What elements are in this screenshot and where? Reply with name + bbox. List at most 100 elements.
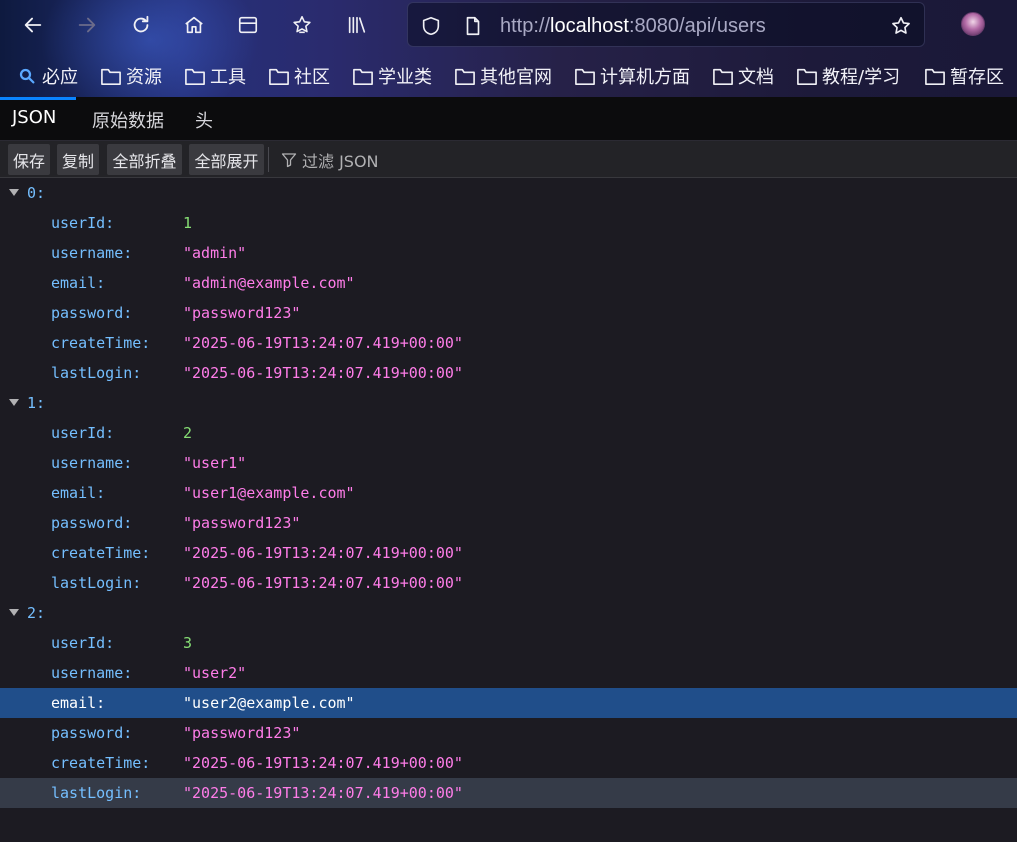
json-key: userId: <box>51 634 115 652</box>
forward-button[interactable] <box>70 8 104 42</box>
page-icon <box>466 16 480 36</box>
tree-row[interactable]: password: "password123" <box>0 508 1017 538</box>
library-button[interactable] <box>340 8 374 42</box>
tree-row[interactable]: userId: 3 <box>0 628 1017 658</box>
tracking-protection-button[interactable] <box>418 13 444 39</box>
expand-toggle-icon[interactable] <box>9 189 19 196</box>
copy-button[interactable]: 复制 <box>57 144 99 175</box>
bookmark-label: 社区 <box>294 67 330 88</box>
search-icon <box>19 68 35 84</box>
bookmarks-star-button[interactable] <box>285 8 319 42</box>
tree-row[interactable]: userId: 2 <box>0 418 1017 448</box>
json-key: userId: <box>51 424 115 442</box>
tree-row[interactable]: lastLogin: "2025-06-19T13:24:07.419+00:00… <box>0 568 1017 598</box>
tree-row[interactable]: lastLogin: "2025-06-19T13:24:07.419+00:00… <box>0 358 1017 388</box>
json-value: "user1" <box>183 454 247 472</box>
json-key: lastLogin: <box>51 364 142 382</box>
tree-row[interactable]: email: "admin@example.com" <box>0 268 1017 298</box>
url-text[interactable]: http://localhost:8080/api/users <box>500 14 766 38</box>
collapse-all-button[interactable]: 全部折叠 <box>107 144 182 175</box>
bookmark-folder[interactable]: 教程/学习 <box>796 62 900 90</box>
json-key: email: <box>51 274 106 292</box>
tab-json[interactable]: JSON <box>12 107 56 128</box>
tab-raw-data[interactable]: 原始数据 <box>92 107 164 133</box>
tree-row-selected[interactable]: email: "user2@example.com" <box>0 688 1017 718</box>
bookmark-label: 教程/学习 <box>822 67 901 88</box>
bookmarks-toolbar: 必应 资源 工具 社区 学业类 其他官网 计算机方面 文档 教程/学习 暂存区 <box>0 58 1017 94</box>
json-value: "2025-06-19T13:24:07.419+00:00" <box>183 784 463 802</box>
json-key: lastLogin: <box>51 574 142 592</box>
tree-row[interactable]: createTime: "2025-06-19T13:24:07.419+00:0… <box>0 328 1017 358</box>
json-value: "2025-06-19T13:24:07.419+00:00" <box>183 574 463 592</box>
bookmark-page-button[interactable] <box>888 13 914 39</box>
tree-object-row[interactable]: 0: <box>0 178 1017 208</box>
tree-object-row[interactable]: 1: <box>0 388 1017 418</box>
folder-icon <box>269 68 289 85</box>
home-button[interactable] <box>177 8 211 42</box>
bookmark-folder[interactable]: 工具 <box>184 62 246 90</box>
url-scheme: http:// <box>500 15 551 37</box>
json-value: "admin" <box>183 244 247 262</box>
bookmark-folder[interactable]: 资源 <box>100 62 162 90</box>
toolbar-divider <box>268 147 269 172</box>
address-bar[interactable]: http://localhost:8080/api/users <box>407 2 925 47</box>
expand-all-button[interactable]: 全部展开 <box>189 144 264 175</box>
sidebar-icon <box>238 16 258 34</box>
url-host: localhost <box>550 15 629 37</box>
bookmark-label: 学业类 <box>378 67 432 88</box>
tree-row[interactable]: username: "user1" <box>0 448 1017 478</box>
tree-row[interactable]: password: "password123" <box>0 718 1017 748</box>
bookmark-label: 必应 <box>42 67 78 88</box>
bookmark-folder[interactable]: 计算机方面 <box>574 62 690 90</box>
bookmark-folder[interactable]: 文档 <box>712 62 774 90</box>
sidebar-button[interactable] <box>231 8 265 42</box>
tree-row-hovered[interactable]: lastLogin: "2025-06-19T13:24:07.419+00:00… <box>0 778 1017 808</box>
json-value: "2025-06-19T13:24:07.419+00:00" <box>183 544 463 562</box>
filter-json-input[interactable]: 过滤 JSON <box>281 149 379 171</box>
tree-row[interactable]: email: "user1@example.com" <box>0 478 1017 508</box>
folder-icon <box>353 68 373 85</box>
expand-toggle-icon[interactable] <box>9 609 19 616</box>
page-info-button[interactable] <box>460 13 486 39</box>
json-value: 3 <box>183 634 193 652</box>
save-button[interactable]: 保存 <box>8 144 50 175</box>
array-index: 2: <box>27 604 46 622</box>
json-tree: 0: userId: 1 username: "admin" email: "admi… <box>0 178 1017 842</box>
viewer-tabs: JSON 原始数据 头 <box>0 97 1017 141</box>
profile-avatar[interactable] <box>961 12 985 36</box>
arrow-right-icon <box>78 17 96 33</box>
bookmark-folder[interactable]: 暂存区 <box>924 62 1004 90</box>
bookmark-search[interactable]: 必应 <box>18 62 78 90</box>
back-button[interactable] <box>16 8 50 42</box>
json-value: "admin@example.com" <box>183 274 355 292</box>
tree-row[interactable]: userId: 1 <box>0 208 1017 238</box>
tree-row[interactable]: password: "password123" <box>0 298 1017 328</box>
star-icon <box>892 16 910 34</box>
tree-row[interactable]: username: "user2" <box>0 658 1017 688</box>
array-index: 0: <box>27 184 46 202</box>
json-value: "2025-06-19T13:24:07.419+00:00" <box>183 754 463 772</box>
json-key: createTime: <box>51 334 151 352</box>
tree-object-row[interactable]: 2: <box>0 598 1017 628</box>
viewer-toolbar: 保存 复制 全部折叠 全部展开 过滤 JSON <box>0 141 1017 178</box>
tree-row[interactable]: createTime: "2025-06-19T13:24:07.419+00:0… <box>0 748 1017 778</box>
bookmark-label: 计算机方面 <box>600 67 690 88</box>
bookmark-folder[interactable]: 社区 <box>268 62 330 90</box>
home-icon <box>185 16 203 34</box>
folder-icon <box>101 68 121 85</box>
bookmark-label: 资源 <box>126 67 162 88</box>
tree-row[interactable]: username: "admin" <box>0 238 1017 268</box>
folder-icon <box>797 68 817 85</box>
json-key: password: <box>51 304 133 322</box>
json-value: 2 <box>183 424 193 442</box>
json-value: "user1@example.com" <box>183 484 355 502</box>
tree-row[interactable]: createTime: "2025-06-19T13:24:07.419+00:0… <box>0 538 1017 568</box>
bookmark-folder[interactable]: 学业类 <box>352 62 432 90</box>
bookmark-folder[interactable]: 其他官网 <box>454 62 552 90</box>
reload-button[interactable] <box>124 8 158 42</box>
json-key: email: <box>51 484 106 502</box>
expand-toggle-icon[interactable] <box>9 399 19 406</box>
array-index: 1: <box>27 394 46 412</box>
tab-headers[interactable]: 头 <box>195 107 213 133</box>
json-key: password: <box>51 514 133 532</box>
